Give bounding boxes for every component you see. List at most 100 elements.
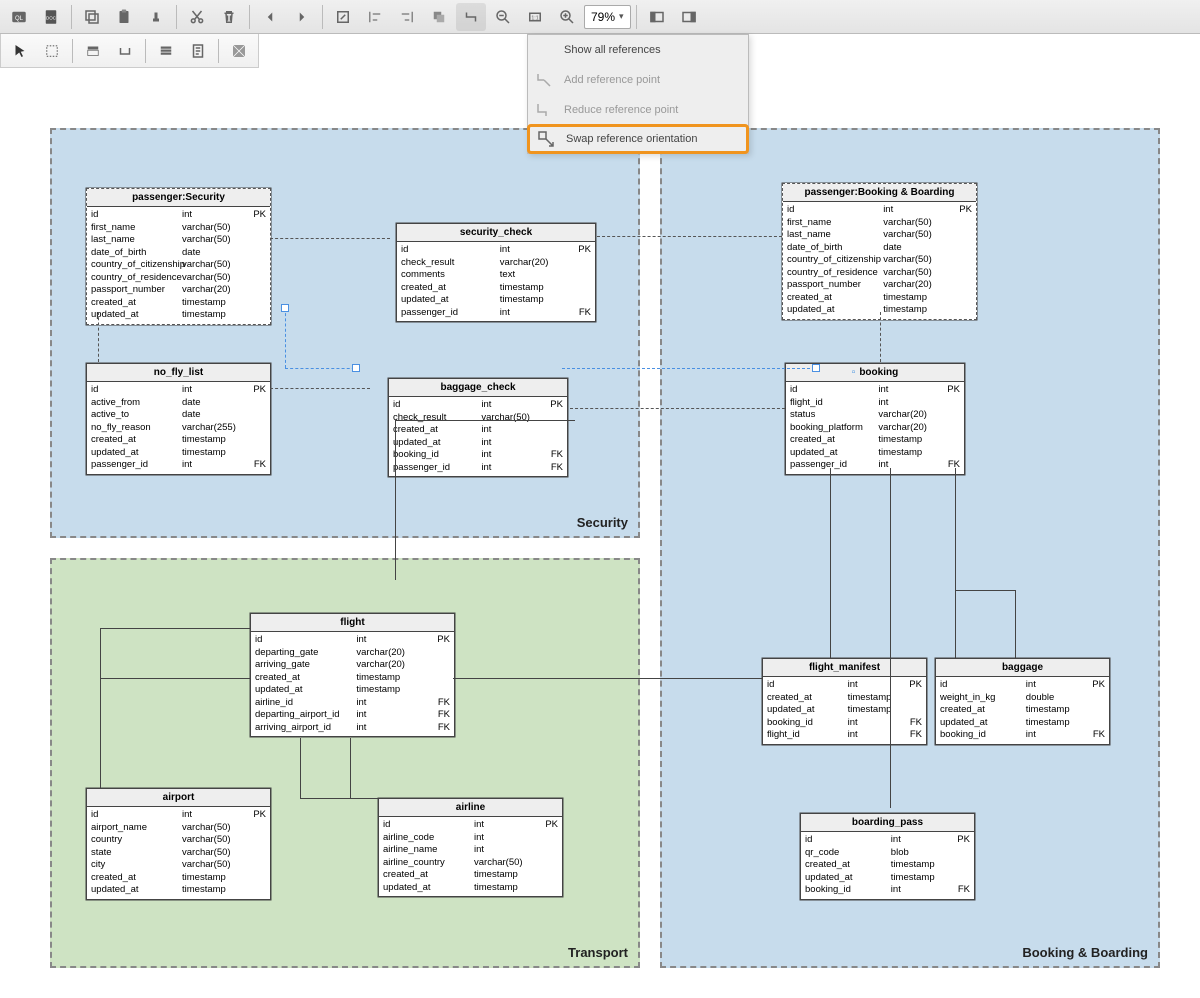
reference-menu: Show all references Add reference point … (527, 34, 749, 154)
entity-row: idintPK (805, 834, 970, 847)
entity-row: airline_nameint (383, 844, 558, 857)
back-icon[interactable] (255, 3, 285, 31)
delete-icon[interactable] (214, 3, 244, 31)
entity-row: country_of_citizenshipvarchar(50) (787, 254, 972, 267)
diagram-canvas[interactable]: Security Transport Booking & Boarding pa… (0, 68, 1200, 998)
entity-baggage_check[interactable]: baggage_checkidintPKcheck_resultvarchar(… (388, 378, 568, 477)
entity-body: idintPKairport_namevarchar(50)countryvar… (87, 807, 270, 899)
entity-airline[interactable]: airlineidintPKairline_codeintairline_nam… (378, 798, 563, 897)
connector (570, 408, 785, 409)
connection-icon[interactable] (456, 3, 486, 31)
cut-icon[interactable] (182, 3, 212, 31)
zoom-in-icon[interactable] (552, 3, 582, 31)
main-toolbar: QL DOC 1:1 79% (0, 0, 1200, 34)
forward-icon[interactable] (287, 3, 317, 31)
entity-row: updated_attimestamp (401, 294, 591, 307)
marquee-icon[interactable] (37, 37, 67, 65)
connector (100, 678, 250, 679)
stamp-icon[interactable] (141, 3, 171, 31)
entity-row: country_of_residencevarchar(50) (91, 272, 266, 285)
sql-icon[interactable]: QL (4, 3, 34, 31)
doc-icon[interactable]: DOC (36, 3, 66, 31)
relation-handle[interactable] (812, 364, 820, 372)
connector (395, 420, 396, 580)
entity-row: last_namevarchar(50) (787, 229, 972, 242)
entity-row: idintPK (401, 244, 591, 257)
entity-boarding_pass[interactable]: boarding_passidintPKqr_codeblobcreated_a… (800, 813, 975, 900)
entity-body: idintPKcreated_attimestampupdated_attime… (763, 677, 926, 744)
entity-passenger_book[interactable]: passenger:Booking & BoardingidintPKfirst… (782, 183, 977, 320)
entity-row: active_todate (91, 409, 266, 422)
entity-baggage[interactable]: baggageidintPKweight_in_kgdoublecreated_… (935, 658, 1110, 745)
entity-security_check[interactable]: security_checkidintPKcheck_resultvarchar… (396, 223, 596, 322)
entity-booking[interactable]: bookingidintPKflight_idintstatusvarchar(… (785, 363, 965, 475)
region-tool-icon[interactable] (224, 37, 254, 65)
menu-swap-reference-orientation[interactable]: Swap reference orientation (527, 124, 749, 154)
entity-row: flight_idint (790, 397, 960, 410)
entity-row: created_attimestamp (767, 692, 922, 705)
zoom-out-icon[interactable] (488, 3, 518, 31)
layers-icon[interactable] (424, 3, 454, 31)
separator (176, 5, 177, 29)
relation-handle[interactable] (352, 364, 360, 372)
panel-right-icon[interactable] (674, 3, 704, 31)
entity-body: idintPKqr_codeblobcreated_attimestampupd… (801, 832, 974, 899)
region-label: Security (577, 515, 628, 530)
panel-left-icon[interactable] (642, 3, 672, 31)
menu-label: Reduce reference point (564, 104, 678, 116)
pointer-icon[interactable] (5, 37, 35, 65)
connector (300, 798, 378, 799)
menu-show-all-references[interactable]: Show all references (528, 35, 748, 65)
resize-icon[interactable] (328, 3, 358, 31)
entity-no_fly_list[interactable]: no_fly_listidintPKactive_fromdateactive_… (86, 363, 271, 475)
entity-row: booking_idintFK (940, 729, 1105, 742)
copy-icon[interactable] (77, 3, 107, 31)
svg-text:DOC: DOC (46, 15, 57, 20)
entity-row: commentstext (401, 269, 591, 282)
menu-label: Show all references (564, 44, 661, 56)
zoom-select[interactable]: 79% (584, 5, 631, 29)
connector (100, 628, 250, 629)
relation-line[interactable] (562, 368, 815, 369)
entity-flight_manifest[interactable]: flight_manifestidintPKcreated_attimestam… (762, 658, 927, 745)
entity-row: updated_attimestamp (805, 872, 970, 885)
entity-row: airline_idintFK (255, 697, 450, 710)
region-label: Transport (568, 945, 628, 960)
relation-line[interactable] (285, 368, 360, 369)
entity-airport[interactable]: airportidintPKairport_namevarchar(50)cou… (86, 788, 271, 900)
entity-title: airport (87, 789, 270, 807)
entity-body: idintPKflight_idintstatusvarchar(20)book… (786, 382, 964, 474)
entity-row: weight_in_kgdouble (940, 692, 1105, 705)
entity-row: created_attimestamp (383, 869, 558, 882)
separator (71, 5, 72, 29)
region-label: Booking & Boarding (1022, 945, 1148, 960)
entity-flight[interactable]: flightidintPKdeparting_gatevarchar(20)ar… (250, 613, 455, 737)
zoom-fit-icon[interactable]: 1:1 (520, 3, 550, 31)
list-tool-icon[interactable] (151, 37, 181, 65)
paste-icon[interactable] (109, 3, 139, 31)
entity-row: airline_codeint (383, 832, 558, 845)
align-left-icon[interactable] (360, 3, 390, 31)
relation-handle[interactable] (281, 304, 289, 312)
entity-row: passport_numbervarchar(20) (787, 279, 972, 292)
entity-row: booking_idintFK (805, 884, 970, 897)
entity-row: date_of_birthdate (91, 247, 266, 260)
entity-body: idintPKweight_in_kgdoublecreated_attimes… (936, 677, 1109, 744)
connector (830, 468, 831, 658)
align-right-icon[interactable] (392, 3, 422, 31)
entity-title: security_check (397, 224, 595, 242)
entity-row: idintPK (91, 209, 266, 222)
note-tool-icon[interactable] (183, 37, 213, 65)
entity-title: no_fly_list (87, 364, 270, 382)
entity-row: updated_attimestamp (383, 882, 558, 895)
table-tool-icon[interactable] (78, 37, 108, 65)
entity-row: countryvarchar(50) (91, 834, 266, 847)
entity-passenger_sec[interactable]: passenger:SecurityidintPKfirst_namevarch… (86, 188, 271, 325)
entity-body: idintPKcheck_resultvarchar(50)created_at… (389, 397, 567, 476)
entity-row: booking_idintFK (393, 449, 563, 462)
add-point-icon (534, 70, 554, 90)
relation-line[interactable] (285, 308, 286, 368)
relation-tool-icon[interactable] (110, 37, 140, 65)
entity-body: idintPKfirst_namevarchar(50)last_namevar… (783, 202, 976, 319)
connector (597, 236, 782, 237)
